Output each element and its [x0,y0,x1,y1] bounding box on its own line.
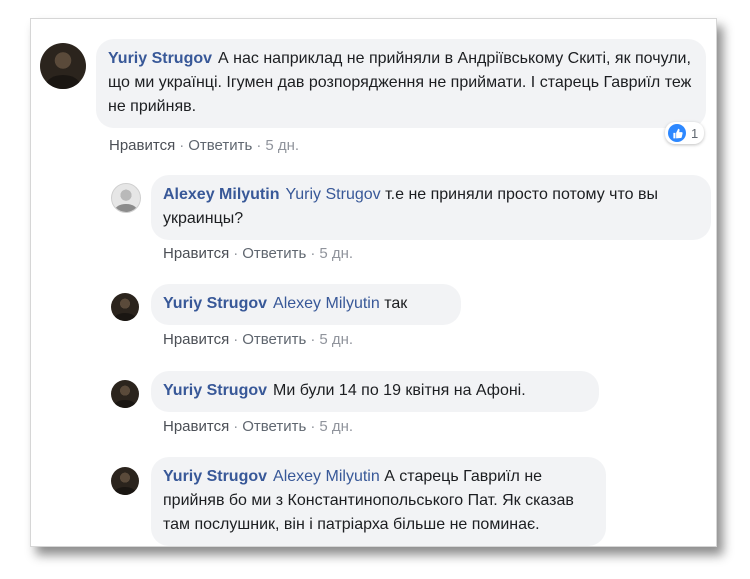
comment-bubble: Yuriy Strugov Alexey Milyutin так [151,284,461,325]
comment-text: Ми були 14 по 19 квітня на Афоні. [273,382,526,399]
reaction-count-badge[interactable]: 1 [665,122,705,144]
reply: Yuriy Strugov Ми були 14 по 19 квітня на … [31,371,716,446]
comment-author[interactable]: Yuriy Strugov [163,382,267,399]
like-link[interactable]: Нравится [109,137,175,154]
comment: Yuriy Strugov А нас наприклад не прийняли… [31,19,716,169]
comment-actions: Нравится · Ответить · 5 дн. [163,245,353,262]
reply: Alexey Milyutin Yuriy Strugov т.е не прин… [31,169,716,269]
reaction-count: 1 [691,125,699,141]
avatar[interactable] [111,467,139,495]
avatar[interactable] [111,293,139,321]
comment-timestamp[interactable]: 5 дн. [319,418,353,435]
separator: · [233,245,239,262]
comment-author[interactable]: Yuriy Strugov [163,295,267,312]
comment-timestamp[interactable]: 5 дн. [265,137,299,154]
like-link[interactable]: Нравится [163,418,229,435]
separator: · [179,137,185,154]
comment-actions: Нравится · Ответить · 5 дн. [163,418,353,435]
separator: · [233,331,239,348]
comment-bubble: Yuriy Strugov Ми були 14 по 19 квітня на … [151,371,599,412]
avatar[interactable] [111,183,141,213]
comment-bubble: Yuriy Strugov А нас наприклад не прийняли… [96,39,706,128]
avatar[interactable] [111,380,139,408]
comment-actions: Нравится · Ответить · 5 дн. [109,137,299,154]
comment-actions: Нравится · Ответить · 5 дн. [163,331,353,348]
reply-link[interactable]: Ответить [242,331,306,348]
separator: · [233,418,239,435]
separator: · [310,418,316,435]
mention-tag[interactable]: Yuriy Strugov [285,186,380,203]
mention-tag[interactable]: Alexey Milyutin [273,295,380,312]
avatar[interactable] [40,43,86,89]
comment-timestamp[interactable]: 5 дн. [319,331,353,348]
separator: · [256,137,262,154]
reply: Yuriy Strugov Alexey Milyutin А старець Г… [31,457,716,546]
comment-author[interactable]: Yuriy Strugov [108,50,212,67]
like-link[interactable]: Нравится [163,331,229,348]
reply-link[interactable]: Ответить [242,418,306,435]
reply-link[interactable]: Ответить [242,245,306,262]
comment-bubble: Alexey Milyutin Yuriy Strugov т.е не прин… [151,175,711,240]
like-link[interactable]: Нравится [163,245,229,262]
comment-text: так [384,295,408,312]
comment-thread: Yuriy Strugov А нас наприклад не прийняли… [30,18,717,547]
comment-author[interactable]: Yuriy Strugov [163,468,267,485]
like-thumbs-up-icon [668,124,686,142]
comment-bubble: Yuriy Strugov Alexey Milyutin А старець Г… [151,457,606,546]
reply: Yuriy Strugov Alexey Milyutin так Нравитс… [31,284,716,359]
mention-tag[interactable]: Alexey Milyutin [273,468,380,485]
separator: · [310,331,316,348]
reply-link[interactable]: Ответить [188,137,252,154]
separator: · [310,245,316,262]
comment-timestamp[interactable]: 5 дн. [319,245,353,262]
comment-author[interactable]: Alexey Milyutin [163,186,279,203]
